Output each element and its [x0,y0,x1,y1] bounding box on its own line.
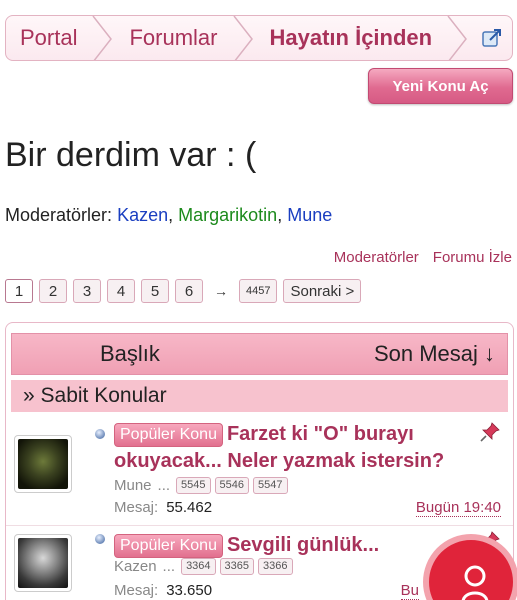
popular-topic-badge: Popüler Konu [114,534,223,558]
last-post-date-link[interactable]: Bugün 19:40 [415,499,501,517]
topic-meta: Kazen ... 3364 3365 3366 [114,558,293,575]
topic-page-link[interactable]: 5545 [176,477,211,494]
pin-icon [479,421,501,443]
page-1-button[interactable]: 1 [5,279,33,303]
topic-meta: Mune ... 5545 5546 5547 [114,477,288,494]
topic-page-link[interactable]: 3366 [258,558,293,575]
topic-title-link[interactable]: Sevgili günlük... [227,534,379,556]
page-last-button[interactable]: 4457 [239,279,278,303]
column-title-header[interactable]: Başlık [100,341,160,367]
topic-row: Popüler Konu Farzet ki "O" burayı okuyaca… [6,421,513,519]
moderator-link-kazen[interactable]: Kazen [117,205,168,225]
last-post-date-link[interactable]: Bu [400,582,419,600]
breadcrumb-forums[interactable]: Forumlar [115,16,231,60]
forum-links: Moderatörler Forumu İzle [334,249,512,266]
arrow-right-icon: → [214,283,228,299]
page-2-button[interactable]: 2 [39,279,67,303]
pagination: 1 2 3 4 5 6 → 4457 Sonraki > [5,279,362,303]
message-count-value: 55.462 [166,499,213,516]
user-icon [461,564,489,600]
pages-ellipsis: ... [157,477,171,494]
chevron-right-icon [232,16,256,60]
message-count-value: 33.650 [166,582,213,599]
next-page-button[interactable]: Sonraki > [283,279,362,303]
topic-page-link[interactable]: 5546 [214,477,250,494]
column-last-post-header[interactable]: Son Mesaj ↓ [374,341,495,367]
message-count-label: Mesaj: [114,582,159,599]
topic-status-icon [95,534,105,544]
page-3-button[interactable]: 3 [73,279,101,303]
message-count: Mesaj: 33.650 [114,582,212,599]
topic-status-icon [95,429,105,439]
moderator-separator: , [277,205,283,225]
sticky-topics-header: » Sabit Konular [11,380,508,412]
message-count-label: Mesaj: [114,499,159,516]
avatar[interactable] [14,435,72,493]
popular-topic-badge: Popüler Konu [114,423,223,447]
moderator-link-margarikotin[interactable]: Margarikotin [178,205,277,225]
topic-page-link[interactable]: 3364 [181,558,216,575]
message-count: Mesaj: 55.462 [114,499,212,516]
topic-title-line: Popüler Konu Farzet ki "O" burayı okuyaca… [114,421,484,475]
moderator-link-mune[interactable]: Mune [287,205,332,225]
moderators-link[interactable]: Moderatörler [334,249,419,266]
external-link-icon[interactable] [482,28,502,48]
moderators-line: Moderatörler: Kazen, Margarikotin, Mune [5,205,332,226]
breadcrumb: Portal Forumlar Hayatın İçinden [5,15,513,61]
chevron-right-icon [446,16,470,60]
topic-author-link[interactable]: Mune [114,477,152,494]
breadcrumb-portal[interactable]: Portal [6,16,91,60]
page-title: Bir derdim var : ( [5,136,257,174]
moderators-label: Moderatörler: [5,205,113,225]
breadcrumb-current[interactable]: Hayatın İçinden [256,16,447,60]
topic-author-link[interactable]: Kazen [114,558,157,575]
topic-page-link[interactable]: 5547 [253,477,288,494]
table-header: Başlık Son Mesaj ↓ [11,333,508,375]
topic-title-line: Popüler Konu Sevgili günlük... [114,532,484,559]
moderator-separator: , [168,205,174,225]
chevron-right-icon [91,16,115,60]
page-6-button[interactable]: 6 [175,279,203,303]
page-5-button[interactable]: 5 [141,279,169,303]
avatar[interactable] [14,534,72,592]
new-topic-button[interactable]: Yeni Konu Aç [368,68,513,104]
page-4-button[interactable]: 4 [107,279,135,303]
pages-ellipsis: ... [162,558,176,575]
watch-forum-link[interactable]: Forumu İzle [433,249,512,266]
topic-page-link[interactable]: 3365 [219,558,255,575]
